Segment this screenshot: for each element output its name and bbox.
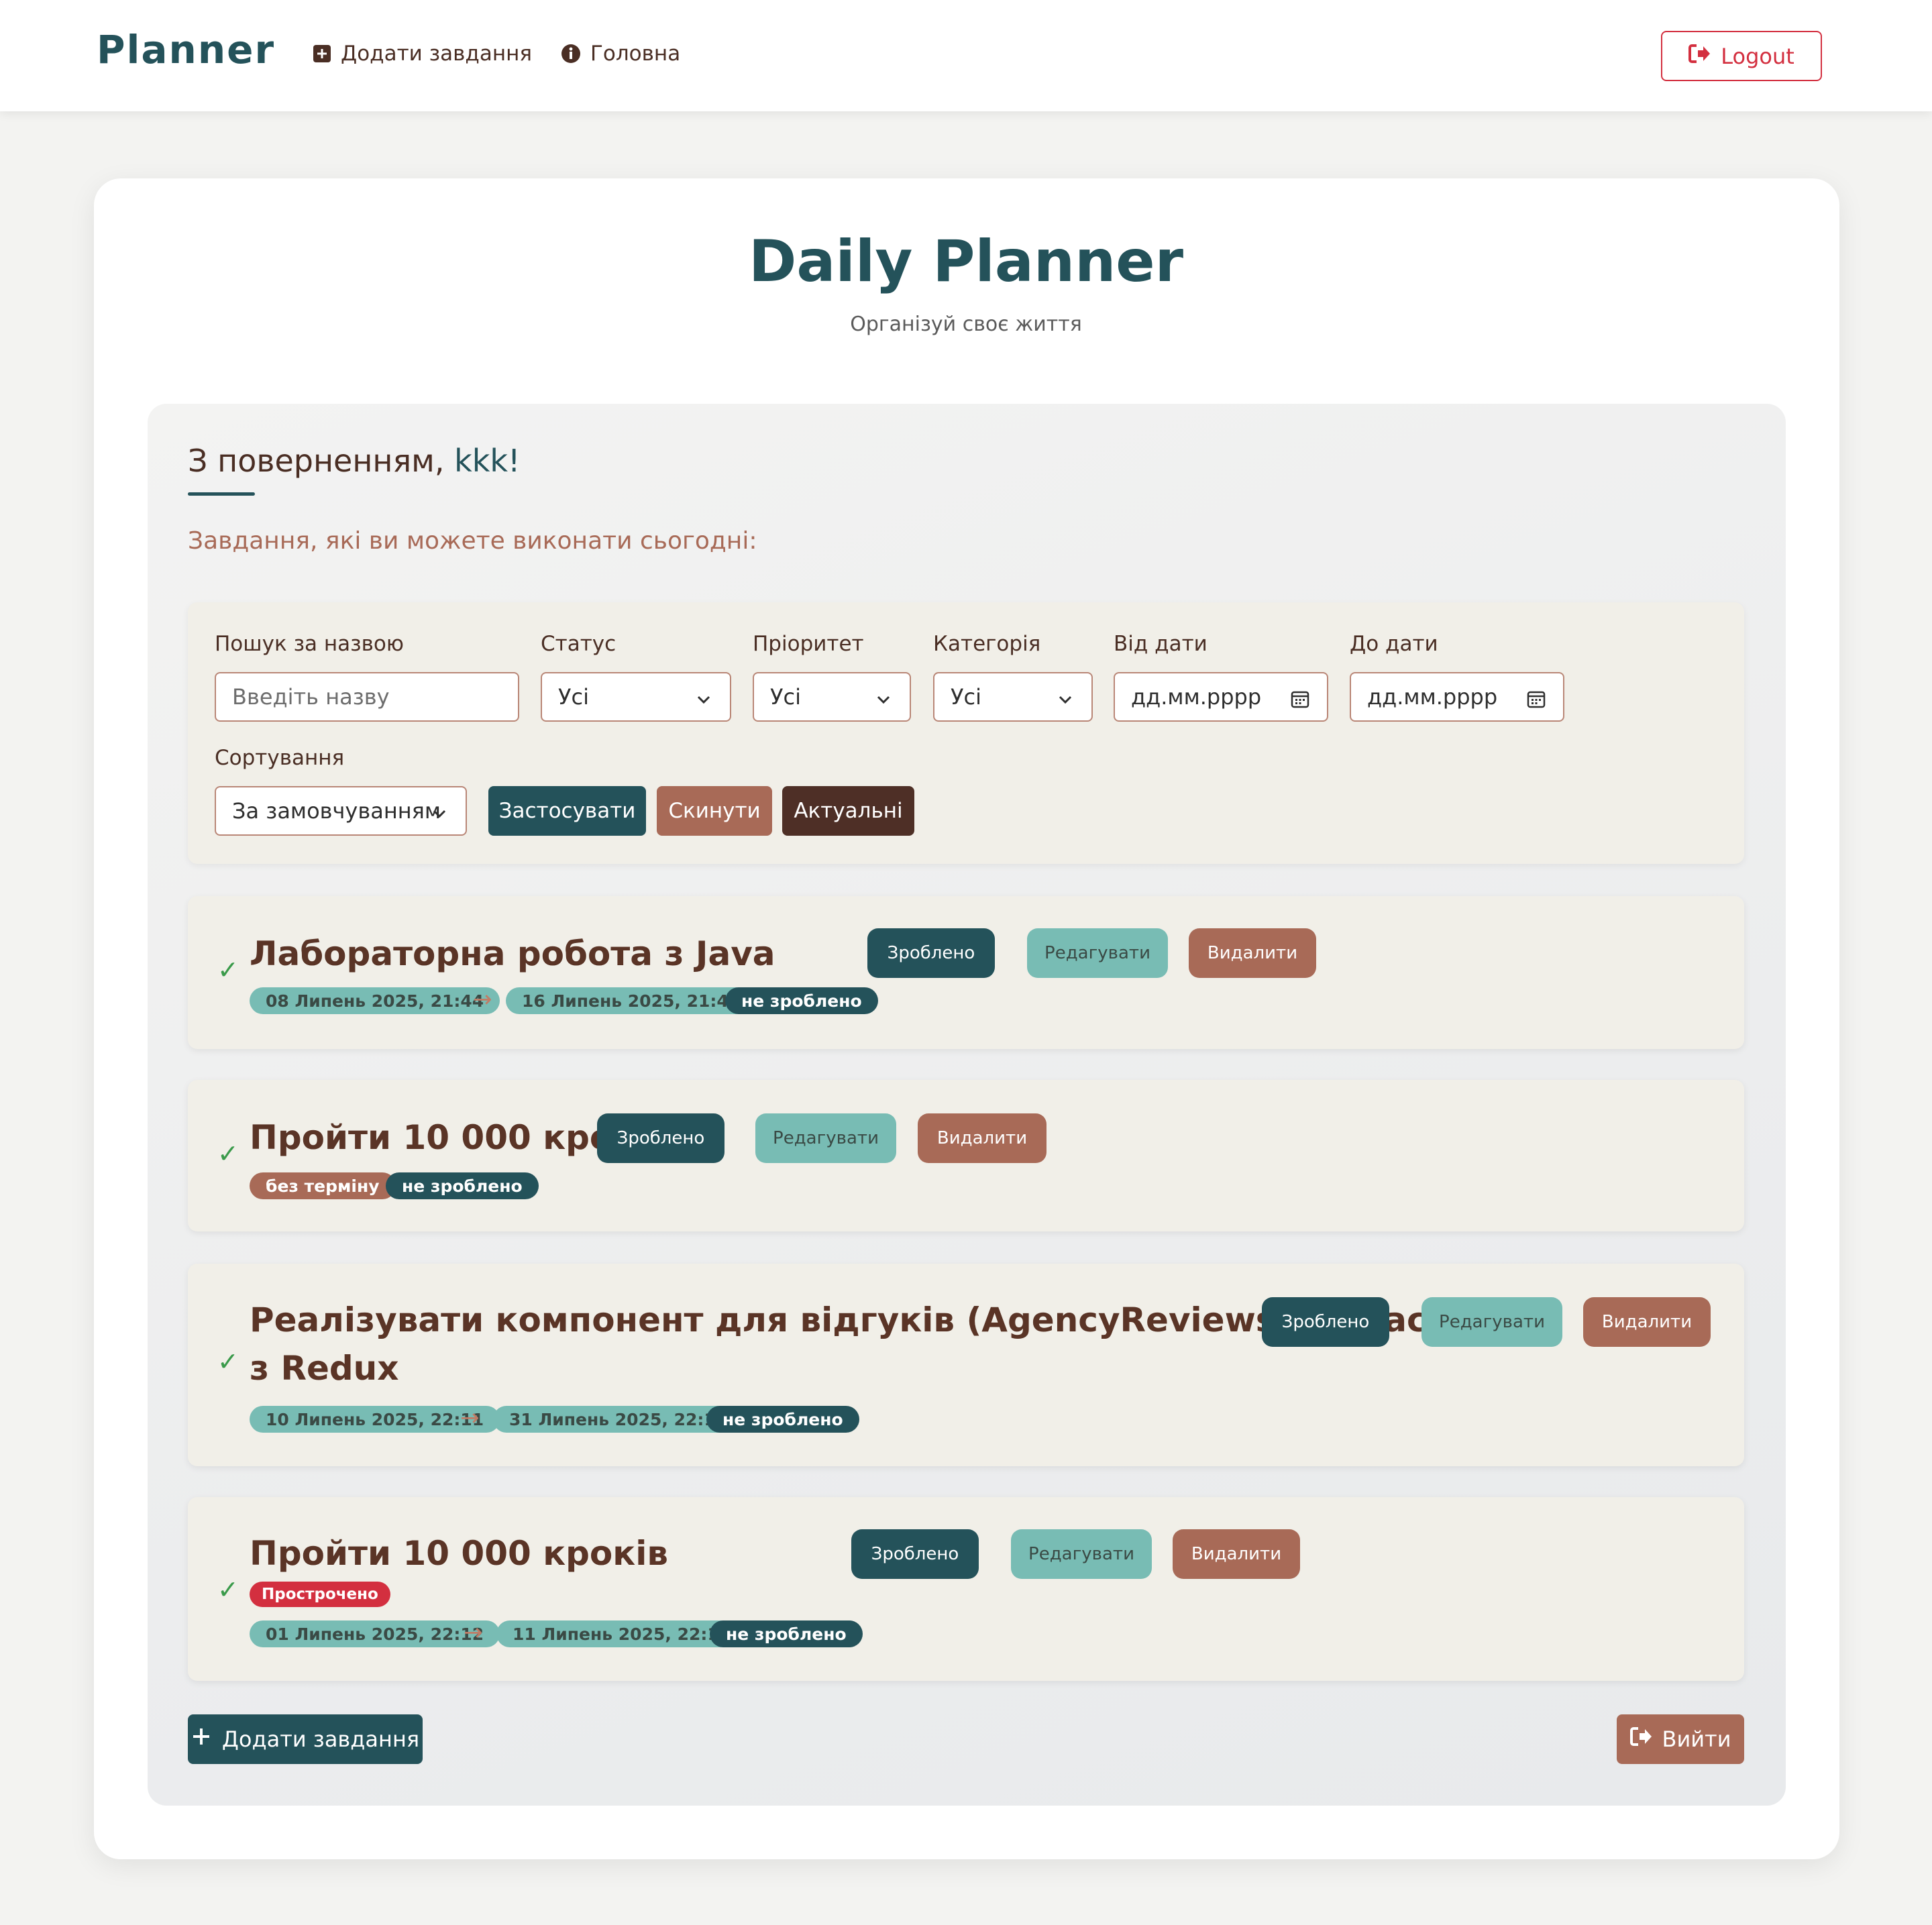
- status-select[interactable]: Усі: [541, 672, 731, 722]
- welcome-prefix: З поверненням,: [188, 443, 455, 479]
- status-label: Статус: [541, 632, 616, 656]
- status-badge: не зроблено: [725, 987, 878, 1014]
- check-icon: ✓: [217, 955, 239, 985]
- edit-task-button[interactable]: Редагувати: [1011, 1529, 1152, 1579]
- add-task-button[interactable]: Додати завдання: [188, 1714, 423, 1764]
- overdue-badge: Прострочено: [250, 1582, 390, 1607]
- end-date-badge: 16 Липень 2025, 21:44: [506, 987, 757, 1014]
- check-icon: ✓: [217, 1575, 239, 1604]
- category-label: Категорія: [933, 632, 1041, 656]
- logout-button[interactable]: Logout: [1661, 31, 1822, 81]
- arrow-right-icon: →: [464, 1619, 483, 1646]
- mark-done-button[interactable]: Зроблено: [867, 928, 995, 978]
- status-badge: не зроблено: [706, 1406, 859, 1433]
- date-to-input[interactable]: дд.мм.рррр: [1350, 672, 1564, 722]
- logout-label: Logout: [1721, 43, 1794, 69]
- date-from-placeholder: дд.мм.рррр: [1131, 684, 1262, 710]
- calendar-icon[interactable]: [1527, 688, 1546, 714]
- sort-select-value: За замовчуванням: [232, 798, 441, 824]
- calendar-icon[interactable]: [1291, 688, 1309, 714]
- start-date-badge: 01 Липень 2025, 22:12: [250, 1620, 500, 1647]
- nav-link-home-label: Головна: [590, 42, 681, 66]
- actual-tasks-button[interactable]: Актуальні: [782, 786, 914, 836]
- edit-task-button[interactable]: Редагувати: [1027, 928, 1168, 978]
- sign-out-icon: [1688, 44, 1711, 69]
- add-task-label: Додати завдання: [221, 1726, 420, 1752]
- priority-select-value: Усі: [770, 684, 801, 710]
- page-subtitle: Організуй своє життя: [850, 313, 1082, 336]
- chevron-down-icon: [431, 802, 448, 828]
- search-label: Пошук за назвою: [215, 632, 404, 656]
- edit-task-button[interactable]: Редагувати: [755, 1113, 896, 1163]
- start-date-badge: 08 Липень 2025, 21:44: [250, 987, 500, 1014]
- priority-label: Пріоритет: [753, 632, 864, 656]
- task-card: ✓ Реалізувати компонент для відгуків (Ag…: [188, 1264, 1744, 1466]
- mark-done-button[interactable]: Зроблено: [597, 1113, 724, 1163]
- mark-done-button[interactable]: Зроблено: [851, 1529, 979, 1579]
- delete-task-button[interactable]: Видалити: [918, 1113, 1046, 1163]
- brand-logo[interactable]: Planner: [97, 27, 275, 72]
- task-card: ✓ Пройти 10 000 кроків Зроблено Редагува…: [188, 1497, 1744, 1681]
- mark-done-button[interactable]: Зроблено: [1262, 1297, 1389, 1347]
- page-title: Daily Planner: [748, 228, 1184, 295]
- date-from-label: Від дати: [1114, 632, 1208, 656]
- arrow-right-icon: →: [460, 1405, 480, 1431]
- category-select[interactable]: Усі: [933, 672, 1093, 722]
- nav-link-add-task-label: Додати завдання: [341, 42, 533, 66]
- exit-button[interactable]: Вийти: [1617, 1714, 1744, 1764]
- category-select-value: Усі: [951, 684, 981, 710]
- navbar: Planner Додати завдання Головна Logout: [0, 0, 1932, 111]
- no-deadline-badge: без терміну: [250, 1172, 396, 1199]
- delete-task-button[interactable]: Видалити: [1583, 1297, 1711, 1347]
- status-select-value: Усі: [558, 684, 589, 710]
- status-badge: не зроблено: [710, 1620, 863, 1647]
- exit-label: Вийти: [1662, 1726, 1731, 1752]
- search-input[interactable]: Введіть назву: [215, 672, 519, 722]
- chevron-down-icon: [875, 688, 892, 714]
- nav-link-home[interactable]: Головна: [561, 42, 680, 66]
- task-title: Лабораторна робота з Java: [250, 934, 775, 973]
- arrow-right-icon: →: [473, 986, 492, 1013]
- task-title: Пройти 10 000 кроків: [250, 1534, 668, 1573]
- sign-out-icon: [1629, 1726, 1653, 1752]
- date-to-placeholder: дд.мм.рррр: [1367, 684, 1498, 710]
- date-to-label: До дати: [1350, 632, 1438, 656]
- today-tasks-text: Завдання, які ви можете виконати сьогодн…: [188, 527, 757, 555]
- nav-link-add-task[interactable]: Додати завдання: [313, 42, 532, 66]
- check-icon: ✓: [217, 1347, 239, 1376]
- welcome-username: kkk!: [454, 443, 521, 479]
- chevron-down-icon: [1057, 688, 1074, 714]
- check-icon: ✓: [217, 1139, 239, 1168]
- chevron-down-icon: [695, 688, 712, 714]
- priority-select[interactable]: Усі: [753, 672, 911, 722]
- status-badge: не зроблено: [386, 1172, 539, 1199]
- task-card: ✓ Лабораторна робота з Java Зроблено Ред…: [188, 896, 1744, 1049]
- delete-task-button[interactable]: Видалити: [1173, 1529, 1300, 1579]
- plus-icon: [191, 1726, 211, 1752]
- welcome-underline: [188, 492, 255, 496]
- edit-task-button[interactable]: Редагувати: [1421, 1297, 1562, 1347]
- info-circle-icon: [561, 44, 581, 64]
- sort-label: Сортування: [215, 746, 345, 770]
- sort-select[interactable]: За замовчуванням: [215, 786, 467, 836]
- welcome-heading: З поверненням, kkk!: [188, 443, 520, 479]
- apply-filters-button[interactable]: Застосувати: [488, 786, 646, 836]
- reset-filters-button[interactable]: Скинути: [657, 786, 772, 836]
- task-title-line-2: з Redux: [250, 1349, 399, 1388]
- plus-square-icon: [313, 44, 331, 63]
- task-card: ✓ Пройти 10 000 кроків Зроблено Редагува…: [188, 1080, 1744, 1231]
- delete-task-button[interactable]: Видалити: [1189, 928, 1316, 978]
- date-from-input[interactable]: дд.мм.рррр: [1114, 672, 1328, 722]
